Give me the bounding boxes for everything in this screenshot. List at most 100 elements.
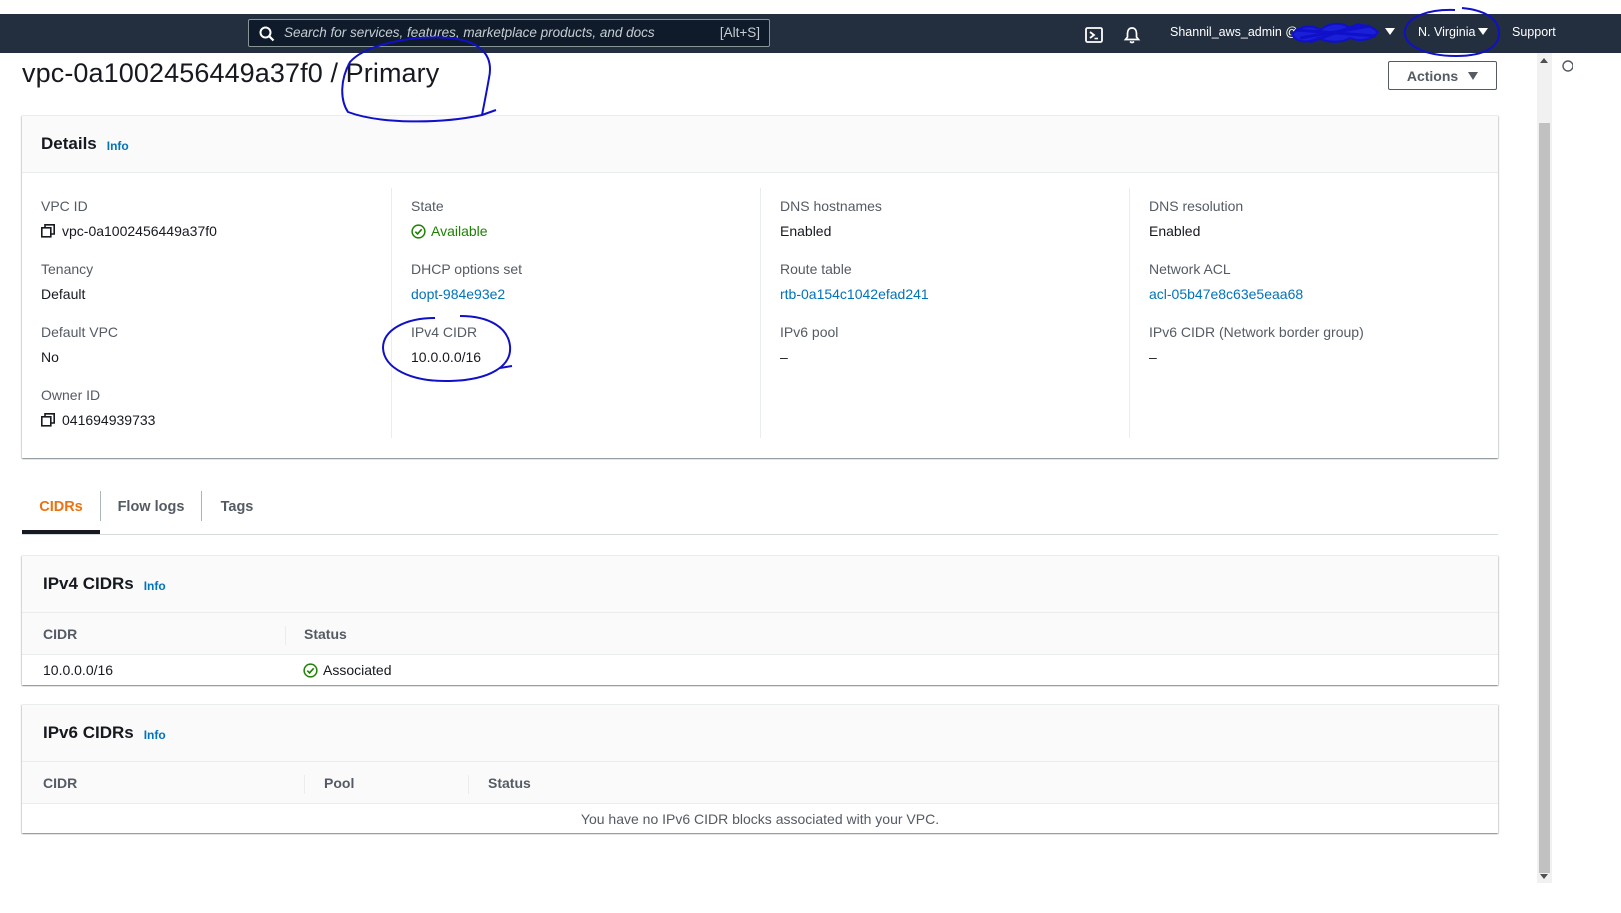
field-label: IPv6 CIDR (Network border group): [1149, 324, 1364, 340]
ipv4-cidr-value: 10.0.0.0/16: [411, 349, 482, 365]
copy-icon[interactable]: [41, 224, 55, 238]
ipv4-cidrs-panel: IPv4 CIDRs Info CIDR Status 10.0.0.0/16 …: [22, 555, 1498, 685]
owner-id-value: 041694939733: [62, 412, 156, 428]
ipv4-table-header: CIDR Status: [22, 613, 1498, 655]
dns-resolution-field: DNS resolution Enabled: [1149, 198, 1243, 239]
field-label: IPv6 pool: [780, 324, 839, 340]
field-label: IPv4 CIDR: [411, 324, 478, 340]
tenancy-field: Tenancy Default: [41, 261, 93, 302]
ipv6-cidr-border-value: –: [1149, 349, 1157, 365]
field-label: DNS hostnames: [780, 198, 882, 214]
ipv6-pool-field: IPv6 pool –: [780, 324, 838, 365]
details-column-3: DNS hostnames Enabled Route table rtb-0a…: [760, 188, 1129, 438]
ipv6-pool-value: –: [780, 349, 788, 365]
dhcp-options-link[interactable]: dopt-984e93e2: [411, 286, 522, 302]
support-menu[interactable]: Support: [1512, 25, 1556, 39]
scroll-down-arrow-icon[interactable]: [1540, 874, 1548, 879]
route-table-link[interactable]: rtb-0a154c1042efad241: [780, 286, 929, 302]
default-vpc-value: No: [41, 349, 59, 365]
search-icon: [259, 26, 275, 42]
browser-top-strip: [0, 0, 1621, 14]
field-value-row: Available: [411, 223, 488, 239]
tab-cidrs[interactable]: CIDRs: [22, 491, 100, 523]
column-header-status[interactable]: Status: [488, 775, 531, 791]
details-column-2: State Available DHCP options set dopt-98…: [391, 188, 760, 438]
field-label: Tenancy: [41, 261, 94, 277]
global-search-input[interactable]: Search for services, features, marketpla…: [248, 19, 770, 47]
network-acl-field: Network ACL acl-05b47e8c63e5eaa68: [1149, 261, 1303, 302]
table-cell-status: Associated: [303, 662, 391, 678]
column-header-pool[interactable]: Pool: [324, 775, 354, 791]
caret-down-icon[interactable]: [1478, 28, 1488, 35]
details-column-1: VPC ID vpc-0a1002456449a37f0 Tenancy Def…: [22, 188, 391, 438]
detail-tabs: CIDRs Flow logs Tags: [22, 488, 1498, 535]
ipv4-cidr-field: IPv4 CIDR 10.0.0.0/16: [411, 324, 481, 365]
actions-button-label: Actions: [1406, 67, 1459, 84]
scroll-up-arrow-icon[interactable]: [1540, 58, 1548, 63]
ipv6-info-link[interactable]: Info: [144, 728, 166, 742]
column-divider: [304, 775, 305, 794]
ipv6-cidrs-title: IPv6 CIDRs: [43, 723, 134, 742]
help-panel-icon[interactable]: [1561, 60, 1573, 72]
field-label: VPC ID: [41, 198, 88, 214]
ipv4-cidrs-header: IPv4 CIDRs Info: [22, 556, 1498, 613]
field-label: State: [411, 198, 444, 214]
ipv4-info-link[interactable]: Info: [144, 579, 166, 593]
vpc-id-field: VPC ID vpc-0a1002456449a37f0: [41, 198, 217, 239]
column-header-cidr[interactable]: CIDR: [43, 775, 77, 791]
search-shortcut-hint: [Alt+S]: [719, 25, 760, 40]
state-value: Available: [431, 223, 488, 239]
success-check-icon: [303, 662, 318, 678]
field-label: Default VPC: [41, 324, 119, 340]
success-check-icon: [411, 223, 426, 239]
empty-state-message: You have no IPv6 CIDR blocks associated …: [580, 811, 940, 827]
field-label: Route table: [780, 261, 852, 277]
ipv6-cidr-border-field: IPv6 CIDR (Network border group) –: [1149, 324, 1364, 365]
account-menu-label[interactable]: Shannil_aws_admin @: [1170, 25, 1298, 39]
details-column-4: DNS resolution Enabled Network ACL acl-0…: [1129, 188, 1498, 438]
field-label: Owner ID: [41, 387, 101, 403]
network-acl-link[interactable]: acl-05b47e8c63e5eaa68: [1149, 286, 1303, 302]
column-divider: [285, 626, 286, 645]
column-header-cidr[interactable]: CIDR: [43, 626, 77, 642]
details-header: Details Info: [22, 116, 1498, 173]
tenancy-value: Default: [41, 286, 86, 302]
vpc-id-value: vpc-0a1002456449a37f0: [62, 223, 217, 239]
details-title: Details: [41, 134, 97, 153]
field-label: DNS resolution: [1149, 198, 1244, 214]
ipv6-cidrs-panel: IPv6 CIDRs Info CIDR Pool Status You hav…: [22, 704, 1498, 833]
state-field: State Available: [411, 198, 488, 239]
copy-icon[interactable]: [41, 413, 55, 427]
scrollbar-thumb[interactable]: [1539, 123, 1550, 873]
cloudshell-icon[interactable]: [1084, 25, 1104, 45]
ipv6-cidrs-header: IPv6 CIDRs Info: [22, 705, 1498, 762]
search-placeholder: Search for services, features, marketpla…: [284, 25, 655, 40]
region-selector[interactable]: N. Virginia: [1418, 25, 1475, 39]
tab-tags[interactable]: Tags: [202, 491, 272, 523]
details-panel: Details Info VPC ID vpc-0a1002456449a37f…: [22, 115, 1498, 458]
page-scrollbar[interactable]: [1537, 53, 1552, 883]
field-value-row: vpc-0a1002456449a37f0: [41, 223, 217, 239]
details-info-link[interactable]: Info: [107, 139, 129, 153]
field-label: DHCP options set: [411, 261, 523, 277]
page-title: vpc-0a1002456449a37f0 / Primary: [22, 58, 440, 88]
table-cell-cidr: 10.0.0.0/16: [43, 662, 114, 678]
field-label: Network ACL: [1149, 261, 1231, 277]
aws-top-navigation: Search for services, features, marketpla…: [0, 14, 1621, 53]
bell-icon[interactable]: [1122, 25, 1142, 45]
status-text: Associated: [323, 662, 392, 678]
route-table-field: Route table rtb-0a154c1042efad241: [780, 261, 929, 302]
column-divider: [468, 775, 469, 794]
active-tab-indicator: [22, 530, 100, 534]
dns-resolution-value: Enabled: [1149, 223, 1201, 239]
ipv6-table-header: CIDR Pool Status: [22, 762, 1498, 804]
column-header-status[interactable]: Status: [304, 626, 347, 642]
dns-hostnames-field: DNS hostnames Enabled: [780, 198, 882, 239]
caret-down-icon[interactable]: [1385, 28, 1395, 35]
dns-hostnames-value: Enabled: [780, 223, 832, 239]
field-value-row: 041694939733: [41, 412, 155, 428]
owner-id-field: Owner ID 041694939733: [41, 387, 155, 428]
tab-flow-logs[interactable]: Flow logs: [101, 491, 201, 523]
dhcp-options-field: DHCP options set dopt-984e93e2: [411, 261, 522, 302]
actions-button[interactable]: Actions: [1388, 61, 1497, 90]
